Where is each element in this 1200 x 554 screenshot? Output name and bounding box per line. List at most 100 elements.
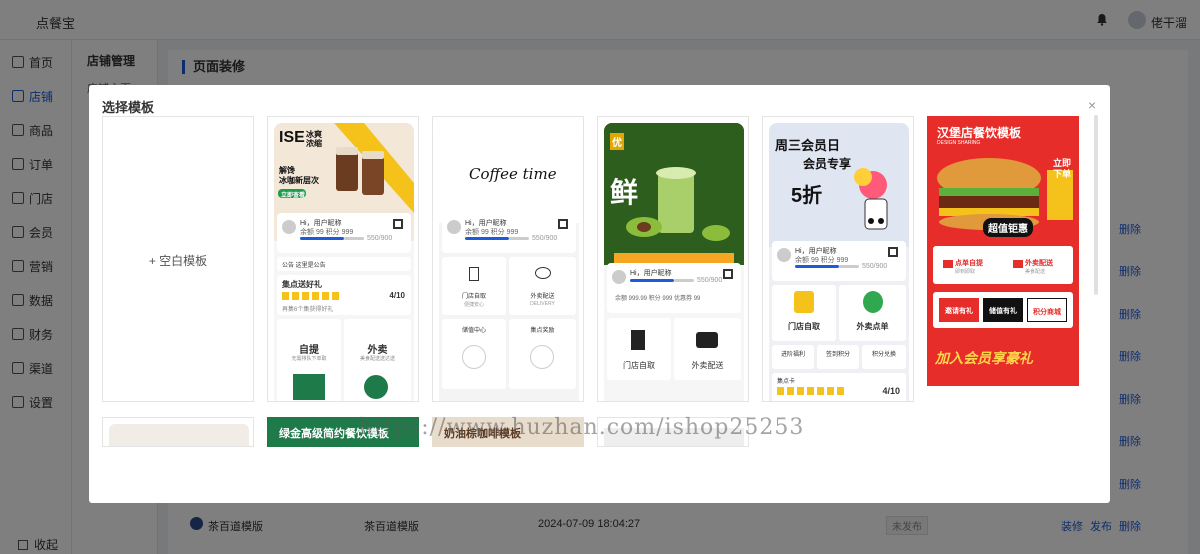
- hero-badge: 优: [610, 133, 624, 150]
- points-tile: 集点奖励: [509, 319, 576, 389]
- cup-icon: [631, 330, 645, 350]
- order-tiles: 点单自提 即到即取 外卖配送 美食配送: [933, 246, 1073, 284]
- hero-subtitle: 浓缩: [306, 139, 322, 148]
- stamp-title: 集点卡: [777, 379, 796, 385]
- member-banner: 加入会员享豪礼: [935, 350, 1033, 366]
- template-card[interactable]: ISE 冰爽 浓缩 解馋 冰咖新层次 立即查看 Hi，用户昵称 余额 99 积分…: [267, 116, 419, 402]
- watermark-text: https://www.huzhan.com/ishop25253: [359, 415, 805, 440]
- hero-title: ISE: [279, 129, 305, 146]
- template-hero: 周三会员日 会员专享 5折: [769, 123, 909, 247]
- tile-label: 门店自取: [461, 294, 486, 300]
- bag-icon: [943, 260, 953, 268]
- tile-label: 积分兑换: [871, 352, 896, 358]
- stamp-count: 4/10: [389, 291, 405, 300]
- hero-subtitle: DESIGN SHARING: [937, 140, 981, 146]
- modal-scrollbar[interactable]: [1094, 115, 1098, 295]
- avatar: [282, 220, 296, 234]
- tile-label: 门店自取: [623, 361, 655, 370]
- tile-label: 储值中心: [461, 328, 486, 334]
- tile-label: 外卖: [367, 345, 388, 356]
- tile-sub: 美食配送送达送: [359, 356, 395, 362]
- member-progress-text: 550/900: [532, 235, 558, 242]
- pickup-tile: 门店自取: [772, 285, 836, 341]
- member-stats: 余额 99 积分 999: [465, 229, 519, 236]
- member-progress-rest: [839, 265, 859, 268]
- template-card[interactable]: 汉堡店餐饮模板 DESIGN SHARING 立即下单 超值钜惠 点单自提 即到…: [927, 116, 1079, 402]
- qr-code-icon: [558, 219, 568, 229]
- scooter-icon: [863, 291, 883, 313]
- modal-title: 选择模板: [102, 100, 155, 115]
- template-hero: Coffee time: [439, 123, 579, 223]
- template-card[interactable]: 周三会员日 会员专享 5折 Hi，用户昵称 余额 99 积分 999 550/9…: [762, 116, 914, 402]
- tile-label: 集点奖励: [530, 328, 555, 334]
- member-progress: [300, 237, 344, 240]
- member-progress-text: 550/900: [367, 235, 393, 242]
- tile-sub: 即到即取: [955, 269, 976, 275]
- stamp-card: 集点卡 4/10: [772, 373, 906, 401]
- tile-label: 签到积分: [825, 352, 850, 358]
- stamp-note: 再集6个集获得好礼: [282, 307, 334, 313]
- pickup-tile: 门店自取 便捷安心: [442, 257, 506, 315]
- tile-sub: 无需排队下单取: [291, 356, 327, 362]
- delivery-tile: 外卖配送 DELIVERY: [509, 257, 576, 315]
- gift-icon: [530, 345, 554, 369]
- template-preview: Coffee time Hi，用户昵称 余额 99 积分 999 550/900…: [439, 123, 579, 401]
- badge-row: 邀请有礼 储值有礼 积分商城: [933, 292, 1073, 328]
- scooter-icon: [535, 267, 551, 279]
- tile-label: 外卖配送: [1025, 260, 1053, 267]
- member-card: Hi，用户昵称 550/900 余额 999.99 积分 999 优惠券 99: [607, 263, 741, 313]
- template-card[interactable]: Coffee time Hi，用户昵称 余额 99 积分 999 550/900…: [432, 116, 584, 402]
- cup-icon: [469, 267, 479, 281]
- checkin-tile: 签到积分: [817, 345, 859, 369]
- tile-label: 进阶福利: [780, 352, 805, 358]
- member-card: Hi，用户昵称 余额 99 积分 999 550/900: [442, 213, 576, 253]
- wallet-icon: [462, 345, 486, 369]
- member-card: Hi，用户昵称 余额 99 积分 999 550/900: [772, 241, 906, 281]
- tile-label: 外卖配送: [691, 361, 724, 370]
- promo-pill: 超值钜惠: [983, 218, 1033, 237]
- tile-label: 自提: [299, 345, 319, 356]
- blank-template-card[interactable]: + 空白模板: [102, 116, 254, 402]
- tile-label: 门店自取: [788, 322, 820, 331]
- template-hero: 鲜 优: [604, 123, 744, 265]
- hero-tagline: 冰咖新层次: [279, 176, 319, 185]
- template-preview: 鲜 优 Hi，用户昵称 550/900 余额 999.99 积分 999 优惠券…: [604, 123, 744, 401]
- template-card[interactable]: 鲜 优 Hi，用户昵称 550/900 余额 999.99 积分 999 优惠券…: [597, 116, 749, 402]
- tile-label: 外卖配送: [530, 294, 555, 300]
- delivery-tile: 外卖点单: [839, 285, 906, 341]
- delivery-truck-icon: [696, 332, 718, 348]
- close-icon[interactable]: ×: [1088, 97, 1096, 113]
- template-modal: 选择模板 × + 空白模板 ISE 冰爽 浓缩 解馋 冰咖新层次 立即查看 Hi…: [89, 85, 1110, 503]
- tile-sub: 便捷安心: [463, 302, 484, 308]
- member-card: Hi，用户昵称 余额 99 积分 999 550/900: [277, 213, 411, 253]
- member-progress-rest: [509, 237, 529, 240]
- avatar: [777, 248, 791, 262]
- member-stats: 余额 99 积分 999: [300, 229, 354, 236]
- template-card[interactable]: [102, 417, 254, 447]
- tile-label: 外卖点单: [856, 322, 889, 331]
- member-stats: 余额 99 积分 999: [795, 257, 849, 264]
- hero-cta: 立即查看: [281, 193, 306, 199]
- stored-value-tile: 储值中心: [442, 319, 506, 389]
- qr-code-icon: [393, 219, 403, 229]
- template-preview: 汉堡店餐饮模板 DESIGN SHARING 立即下单 超值钜惠 点单自提 即到…: [927, 116, 1079, 386]
- qr-code-icon: [723, 269, 733, 279]
- qr-code-icon: [888, 247, 898, 257]
- hero-title: 周三会员日: [775, 138, 841, 153]
- tile-sub: 美食配送: [1025, 269, 1046, 275]
- tile-sub: DELIVERY: [530, 301, 555, 307]
- notice-bar: 公告 这里是公告: [277, 257, 411, 271]
- hero-title: 鲜: [610, 177, 639, 208]
- hero-discount: 5折: [791, 185, 823, 207]
- stamp-card: 集点送好礼 4/10 再集6个集获得好礼: [277, 275, 411, 315]
- template-preview: ISE 冰爽 浓缩 解馋 冰咖新层次 立即查看 Hi，用户昵称 余额 99 积分…: [274, 123, 414, 401]
- invite-badge: 邀请有礼: [939, 298, 979, 322]
- points-mall-badge: 积分商城: [1027, 298, 1067, 322]
- hero-subtitle: 会员专享: [803, 157, 852, 171]
- side-text: 立即下单: [1053, 158, 1072, 179]
- perk-tile: 进阶福利: [772, 345, 814, 369]
- member-progress-rest: [674, 279, 694, 282]
- member-progress-text: 550/900: [862, 263, 888, 270]
- member-progress-text: 550/900: [697, 277, 723, 284]
- stamp-cups: [777, 387, 847, 395]
